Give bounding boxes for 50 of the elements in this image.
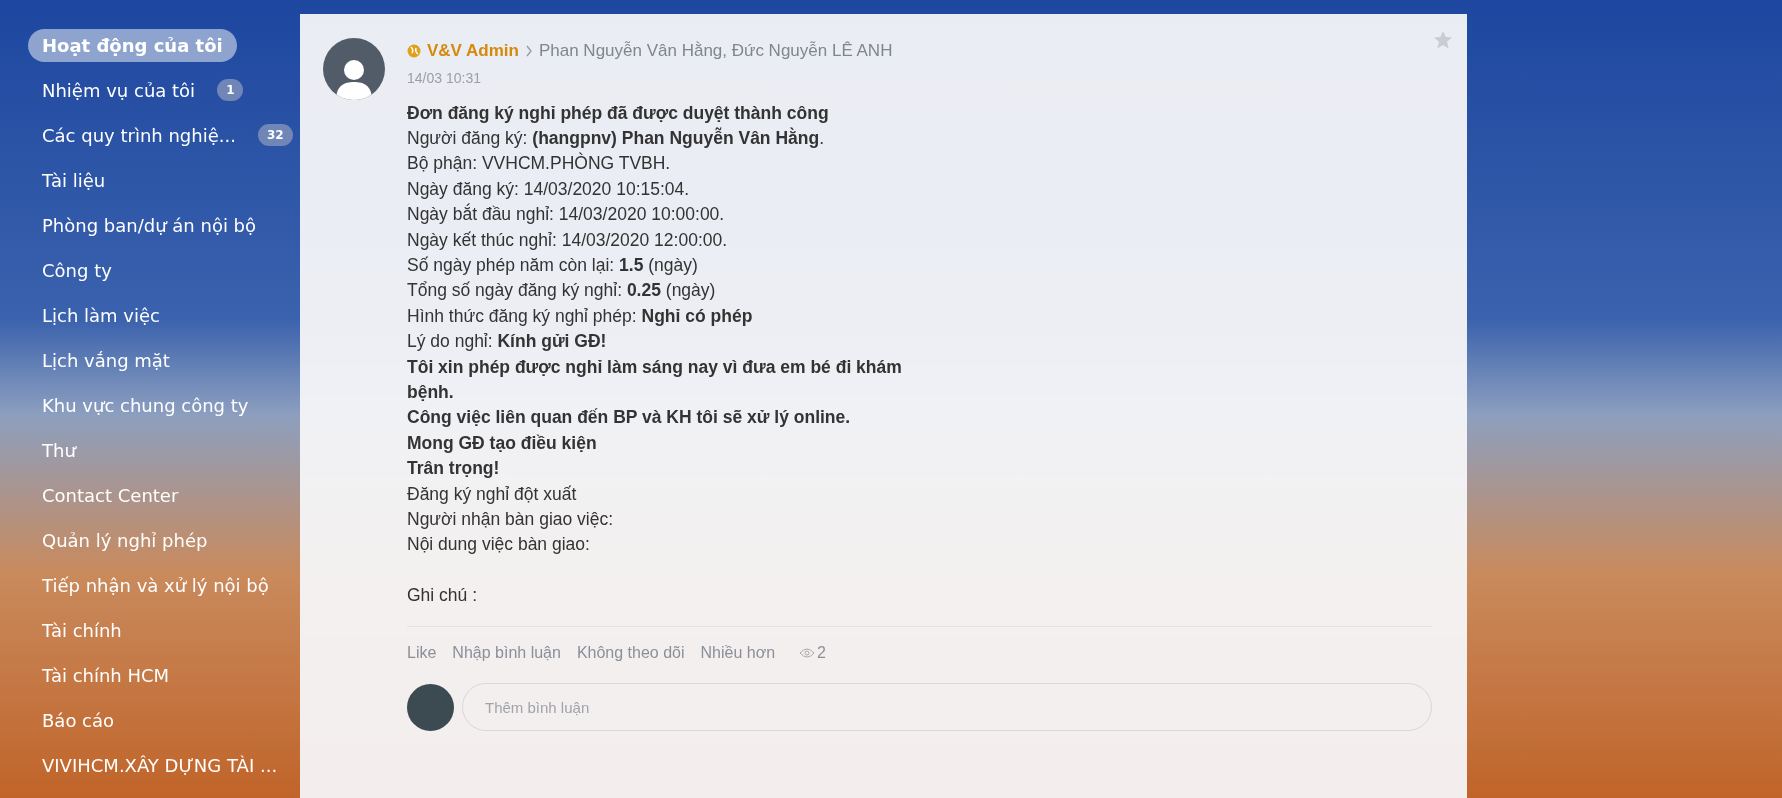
body-text: Đăng ký nghỉ đột xuất	[407, 482, 578, 506]
body-text: Công việc liên quan đến BP và KH tôi sẽ xử lý online.	[407, 406, 852, 430]
body-text: Bộ phận: VVHCM.PHÒNG TVBH.	[407, 152, 672, 176]
body-text: Đơn đăng ký nghỉ phép đã được duyệt thành công	[407, 101, 830, 125]
sidebar-item[interactable]: Tài chính	[28, 613, 136, 647]
count-badge: 1	[217, 79, 244, 101]
body-text: Trân trọng!	[407, 457, 501, 481]
sidebar-item[interactable]: Hoạt động của tôi	[28, 28, 237, 62]
sidebar-item[interactable]: VIVIHCM.XÂY DỰNG TÀI ...	[28, 748, 292, 782]
sidebar-item[interactable]: Tiếp nhận và xử lý nội bộ	[28, 568, 283, 602]
sidebar-item[interactable]: Thư	[28, 433, 90, 467]
body-text: Mong GĐ tạo điều kiện	[407, 431, 598, 455]
star-icon[interactable]	[1433, 30, 1453, 50]
body-text: Ghi chú :	[407, 583, 479, 607]
photo-placeholder	[407, 683, 454, 731]
view-count: 2	[817, 643, 826, 664]
sidebar-item[interactable]: Phòng ban/dự án nội bộ	[28, 208, 271, 242]
body-text: Tôi xin phép được nghỉ làm sáng nay vì đưa em bé đi khám bệnh.	[407, 355, 903, 404]
sidebar-item[interactable]: Lịch vắng mặt	[28, 343, 184, 377]
post-time: 14/03 10:31	[407, 68, 482, 88]
body-text: Người đăng ký: (hangpnv) Phan Nguyễn Vân Hằng.	[407, 126, 826, 150]
body-text: Tổng số ngày đăng ký nghỉ: 0.25 (ngày)	[407, 279, 717, 303]
chevron-right-icon	[524, 44, 533, 57]
recipients: Phan Nguyễn Vân Hằng, Đức Nguyễn LÊ ANH	[538, 40, 893, 62]
body-text: Ngày bắt đầu nghỉ: 14/03/2020 10:00:00.	[407, 203, 726, 227]
action-link[interactable]: Không theo dõi	[576, 641, 685, 666]
sidebar-item[interactable]: Nhiệm vụ của tôi	[28, 73, 210, 107]
action-link[interactable]: Nhiều hơn	[700, 641, 776, 666]
sidebar-item[interactable]: Báo cáo	[28, 703, 129, 737]
sidebar-item[interactable]: Các quy trình nghiệ...	[28, 118, 250, 152]
sidebar-item[interactable]: Công ty	[28, 253, 126, 287]
author-link[interactable]: V&V Admin	[427, 38, 519, 64]
body-text: Số ngày phép năm còn lại: 1.5 (ngày)	[407, 253, 699, 277]
body-text: Hình thức đăng ký nghỉ phép: Nghỉ có phép	[407, 304, 754, 328]
sidebar-item[interactable]: Quản lý nghỉ phép	[28, 523, 222, 557]
body-text: Ngày kết thúc nghỉ: 14/03/2020 12:00:00.	[407, 228, 729, 252]
sidebar-item[interactable]: Tài chính HCM	[28, 658, 184, 692]
body-text: Nội dung việc bàn giao:	[407, 533, 591, 557]
comment-field[interactable]: Thêm bình luận	[462, 683, 1432, 732]
action-link[interactable]: Like	[407, 641, 437, 666]
body-text: Lý do nghỉ: Kính gửi GĐ!	[407, 330, 608, 354]
sidebar-item[interactable]: Tài liệu	[28, 163, 120, 197]
eye-icon	[799, 648, 816, 659]
sidebar-item[interactable]: Lịch làm việc	[28, 298, 174, 332]
count-badge: 32	[257, 124, 293, 146]
sidebar-item[interactable]: Contact Center	[28, 478, 193, 512]
body-text: Ngày đăng ký: 14/03/2020 10:15:04.	[407, 177, 691, 201]
action-link[interactable]: Nhập bình luận	[452, 641, 561, 666]
body-text: Người nhận bàn giao việc:	[407, 508, 615, 531]
sidebar-item[interactable]: Khu vực chung công ty	[28, 388, 263, 422]
